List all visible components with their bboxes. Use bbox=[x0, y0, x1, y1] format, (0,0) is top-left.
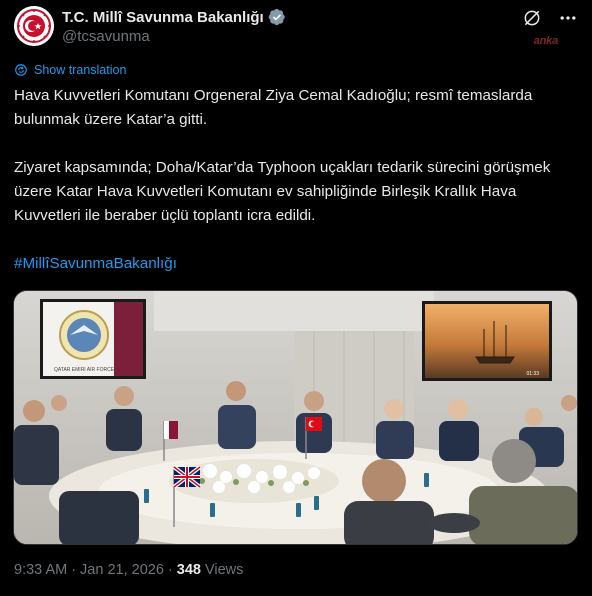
meeting-photo: QATAR EMIRI AIR FORCE 01:33 bbox=[14, 291, 577, 544]
tweet: T.C. Millî Savunma Bakanlığı @tcsavunma … bbox=[0, 0, 592, 596]
screen-right-time: 01:33 bbox=[526, 371, 539, 377]
grok-icon[interactable] bbox=[522, 8, 542, 28]
tweet-text: Hava Kuvvetleri Komutanı Orgeneral Ziya … bbox=[14, 84, 578, 276]
tweet-paragraph-2: Ziyaret kapsamında; Doha/Katar’da Typhoo… bbox=[14, 159, 551, 224]
tweet-paragraph-1: Hava Kuvvetleri Komutanı Orgeneral Ziya … bbox=[14, 87, 533, 128]
ministry-emblem-icon bbox=[14, 6, 54, 46]
screen-left-caption: QATAR EMIRI AIR FORCE bbox=[54, 367, 115, 373]
meta-separator: · bbox=[71, 562, 77, 578]
verified-badge-icon bbox=[268, 8, 285, 26]
post-time[interactable]: 9:33 AM bbox=[14, 562, 67, 578]
more-options-icon[interactable] bbox=[558, 8, 578, 28]
display-name[interactable]: T.C. Millî Savunma Bakanlığı bbox=[62, 9, 264, 26]
hashtag-link[interactable]: #MillîSavunmaBakanlığı bbox=[14, 255, 177, 272]
watermark: anka bbox=[533, 35, 558, 47]
post-date[interactable]: Jan 21, 2026 bbox=[80, 562, 164, 578]
name-row: T.C. Millî Savunma Bakanlığı bbox=[62, 8, 286, 26]
meta-separator: · bbox=[167, 562, 173, 578]
handle[interactable]: @tcsavunma bbox=[62, 28, 150, 45]
show-translation-link[interactable]: Show translation bbox=[14, 63, 126, 77]
views-count: 348 bbox=[176, 562, 201, 578]
avatar[interactable] bbox=[14, 6, 54, 46]
tweet-meta: 9:33 AM · Jan 21, 2026 · 348 Views bbox=[14, 562, 243, 578]
views-label: Views bbox=[204, 562, 244, 578]
tweet-header: T.C. Millî Savunma Bakanlığı @tcsavunma … bbox=[14, 6, 578, 50]
show-translation-label[interactable]: Show translation bbox=[34, 63, 126, 77]
tweet-photo[interactable]: QATAR EMIRI AIR FORCE 01:33 bbox=[13, 290, 578, 545]
translate-icon bbox=[15, 64, 27, 76]
